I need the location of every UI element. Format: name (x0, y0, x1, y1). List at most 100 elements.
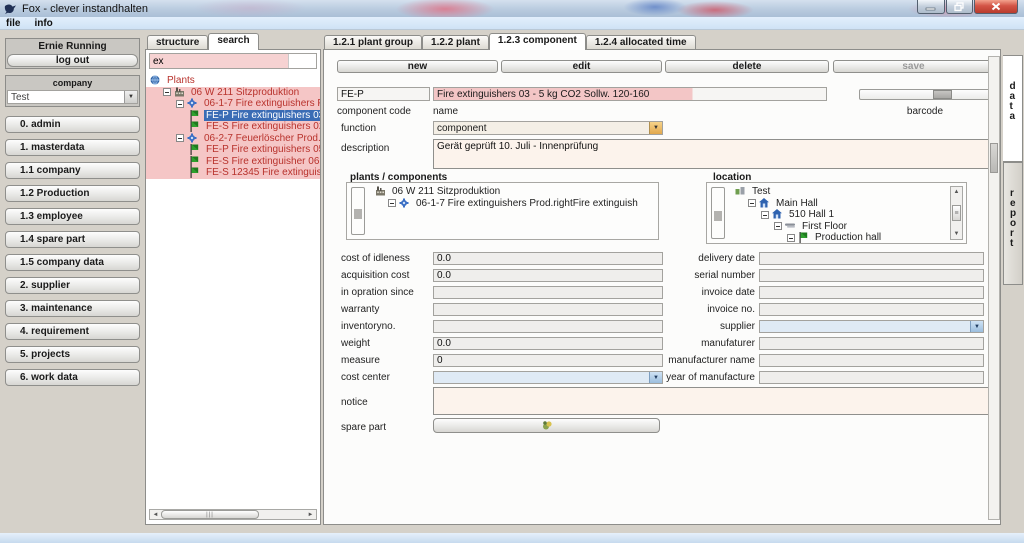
slider-thumb[interactable] (932, 90, 952, 99)
location-vertical-slider[interactable] (711, 187, 725, 239)
menu-info[interactable]: info (34, 18, 52, 29)
barcode-slider[interactable] (859, 89, 991, 100)
tree-node[interactable]: 06-1-7 Fire extinguishers Prod.rightFire… (371, 198, 638, 210)
tree-node[interactable]: 06 W 211 Sitzproduktion (371, 186, 638, 198)
scrollbar-thumb[interactable]: ≡ (952, 205, 961, 221)
in-opration-since-field[interactable] (433, 286, 663, 299)
sidebar-item-1-2-production[interactable]: 1.2 Production (5, 185, 140, 202)
save-button[interactable]: save (833, 60, 994, 73)
scrollbar-thumb[interactable] (990, 143, 998, 173)
chevron-down-icon[interactable]: ▼ (124, 91, 137, 103)
tab-allocated-time[interactable]: 1.2.4 allocated time (585, 35, 696, 50)
search-secondary-field[interactable] (288, 54, 316, 68)
scroll-left-icon[interactable]: ◄ (150, 510, 161, 519)
name-label: name (433, 106, 459, 117)
expander-icon[interactable] (163, 88, 171, 97)
delivery-date-field[interactable] (759, 252, 984, 265)
description-textarea[interactable]: Gerät geprüft 10. Juli - Innenprüfung (433, 139, 991, 169)
chevron-down-icon[interactable]: ▼ (970, 321, 983, 332)
expander-icon[interactable] (176, 99, 184, 108)
sidebar-item-1-masterdata[interactable]: 1. masterdata (5, 139, 140, 156)
manufacturer-name-field[interactable] (759, 354, 984, 367)
sidebar-item-0-admin[interactable]: 0. admin (5, 116, 140, 133)
sidebar-item-5-projects[interactable]: 5. projects (5, 346, 140, 363)
invoice-no-field[interactable] (759, 303, 984, 316)
tree-node[interactable]: Test (731, 186, 944, 198)
sidebar-item-3-maintenance[interactable]: 3. maintenance (5, 300, 140, 317)
weight-field[interactable] (433, 337, 663, 350)
tab-search[interactable]: search (208, 33, 259, 50)
tab-structure[interactable]: structure (147, 35, 209, 50)
expander-icon[interactable] (176, 134, 184, 143)
main-vertical-scrollbar[interactable] (988, 56, 1000, 520)
sidebar-item-2-supplier[interactable]: 2. supplier (5, 277, 140, 294)
sidebar-item-6-work-data[interactable]: 6. work data (5, 369, 140, 386)
warranty-field[interactable] (433, 303, 663, 316)
inventoryno-field[interactable] (433, 320, 663, 333)
tree-node[interactable]: 06-1-7 Fire extinguishers Prod.rightFire… (146, 98, 320, 110)
notice-textarea[interactable] (433, 387, 991, 415)
sidebar-item-4-requirement[interactable]: 4. requirement (5, 323, 140, 340)
side-tab-report[interactable]: report (1003, 162, 1023, 285)
tab-plant-group[interactable]: 1.2.1 plant group (324, 35, 423, 50)
tree-node[interactable]: FE-S Fire extinguisher 06 - 9l foam (146, 155, 320, 167)
menu-file[interactable]: file (6, 18, 20, 29)
expander-icon[interactable] (774, 222, 782, 231)
supplier-dropdown[interactable]: ▼ (759, 320, 984, 333)
scrollbar-thumb[interactable]: ||| (161, 510, 259, 519)
manufaturer-field[interactable] (759, 337, 984, 350)
edit-button[interactable]: edit (501, 60, 662, 73)
spare-part-button[interactable] (433, 418, 660, 433)
flag-icon (189, 167, 201, 179)
sidebar-item-1-1-company[interactable]: 1.1 company (5, 162, 140, 179)
minimize-button[interactable] (917, 0, 945, 14)
company-select[interactable]: Test ▼ (7, 90, 138, 104)
tree-node[interactable]: 510 Hall 1 (731, 209, 944, 221)
sidebar-item-1-5-company-data[interactable]: 1.5 company data (5, 254, 140, 271)
expander-icon[interactable] (388, 199, 396, 208)
tree-node[interactable]: 06-2-7 Feuerlöscher Prod. L1 (146, 132, 320, 144)
acquisition-cost-field[interactable] (433, 269, 663, 282)
close-button[interactable] (974, 0, 1018, 14)
tab-plant[interactable]: 1.2.2 plant (422, 35, 489, 50)
expander-icon[interactable] (787, 233, 795, 242)
tree-node[interactable]: Plants (146, 75, 320, 87)
expander-icon[interactable] (761, 210, 769, 219)
tree-node[interactable]: Production hall (731, 232, 944, 243)
year-of-manufacture-field[interactable] (759, 371, 984, 384)
chevron-down-icon[interactable]: ▼ (649, 122, 662, 134)
scroll-right-icon[interactable]: ► (305, 510, 316, 519)
tree-node[interactable]: FE-P Fire extinguishers 05-12 kg ABC pc (146, 144, 320, 156)
horizontal-scrollbar[interactable]: ◄ ||| ► (149, 509, 317, 520)
tab-component[interactable]: 1.2.3 component (488, 33, 586, 50)
scroll-down-icon[interactable]: ▼ (954, 229, 960, 239)
measure-field[interactable] (433, 354, 663, 367)
tree-node[interactable]: Main Hall (731, 197, 944, 210)
new-button[interactable]: new (337, 60, 498, 73)
company-icon (735, 186, 747, 197)
invoice-date-field[interactable] (759, 286, 984, 299)
sidebar-item-1-3-employee[interactable]: 1.3 employee (5, 208, 140, 225)
component-code-field[interactable] (337, 87, 430, 101)
delete-button[interactable]: delete (665, 60, 829, 73)
tree-node[interactable]: FE-S 12345 Fire extinguisher 07 - 9l foa… (146, 167, 320, 179)
location-scrollbar[interactable]: ▲ ≡ ▼ (950, 186, 963, 240)
logout-button[interactable]: log out (7, 54, 138, 67)
user-name: Ernie Running (38, 41, 107, 52)
restore-button[interactable] (946, 0, 973, 14)
plants-vertical-slider[interactable] (351, 187, 365, 235)
serial-number-field[interactable] (759, 269, 984, 282)
function-dropdown[interactable]: component ▼ (433, 121, 663, 135)
scroll-up-icon[interactable]: ▲ (954, 187, 960, 197)
tree-node[interactable]: FE-P Fire extinguishers 03 - 5 kg CO2 So (146, 109, 320, 121)
side-tab-data[interactable]: data (1003, 55, 1023, 162)
cost-center-dropdown[interactable]: ▼ (433, 371, 663, 384)
tree-node[interactable]: FE-S Fire extinguishers 02 - 9l Foam (146, 121, 320, 133)
name-field[interactable]: Fire extinguishers 03 - 5 kg CO2 Sollw. … (433, 87, 827, 101)
tree-node[interactable]: First Floor (731, 221, 944, 233)
search-input[interactable] (150, 54, 288, 68)
sidebar-item-1-4-spare-part[interactable]: 1.4 spare part (5, 231, 140, 248)
expander-icon[interactable] (748, 199, 756, 208)
tree-node[interactable]: 06 W 211 Sitzproduktion (146, 86, 320, 98)
cost-of-idleness-field[interactable] (433, 252, 663, 265)
